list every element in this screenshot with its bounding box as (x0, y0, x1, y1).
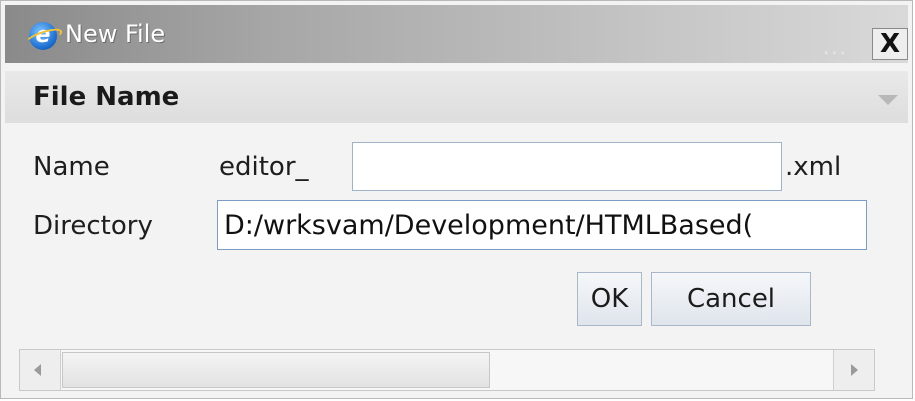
name-suffix: .xml (785, 152, 842, 182)
name-prefix: editor_ (219, 152, 309, 182)
ie-icon: e (29, 22, 57, 50)
name-label: Name (33, 152, 110, 182)
scroll-right-icon[interactable] (833, 350, 874, 390)
name-field[interactable] (352, 142, 782, 191)
file-name-section-header[interactable]: File Name (5, 71, 908, 123)
directory-field[interactable] (217, 200, 867, 250)
close-button[interactable]: X (872, 28, 908, 60)
new-file-dialog: e New File ... X File Name Name editor_ … (0, 0, 913, 399)
directory-label: Directory (33, 211, 153, 241)
window-title: New File (65, 20, 166, 48)
cancel-button[interactable]: Cancel (651, 272, 811, 326)
horizontal-scrollbar[interactable] (19, 349, 875, 391)
title-bar: e New File ... X (5, 5, 908, 63)
scroll-thumb[interactable] (62, 352, 490, 388)
ok-button[interactable]: OK (577, 272, 642, 326)
title-decoration: ... (822, 35, 848, 59)
section-title: File Name (33, 82, 180, 112)
scroll-left-icon[interactable] (20, 350, 61, 390)
collapse-triangle-icon[interactable] (878, 95, 898, 105)
